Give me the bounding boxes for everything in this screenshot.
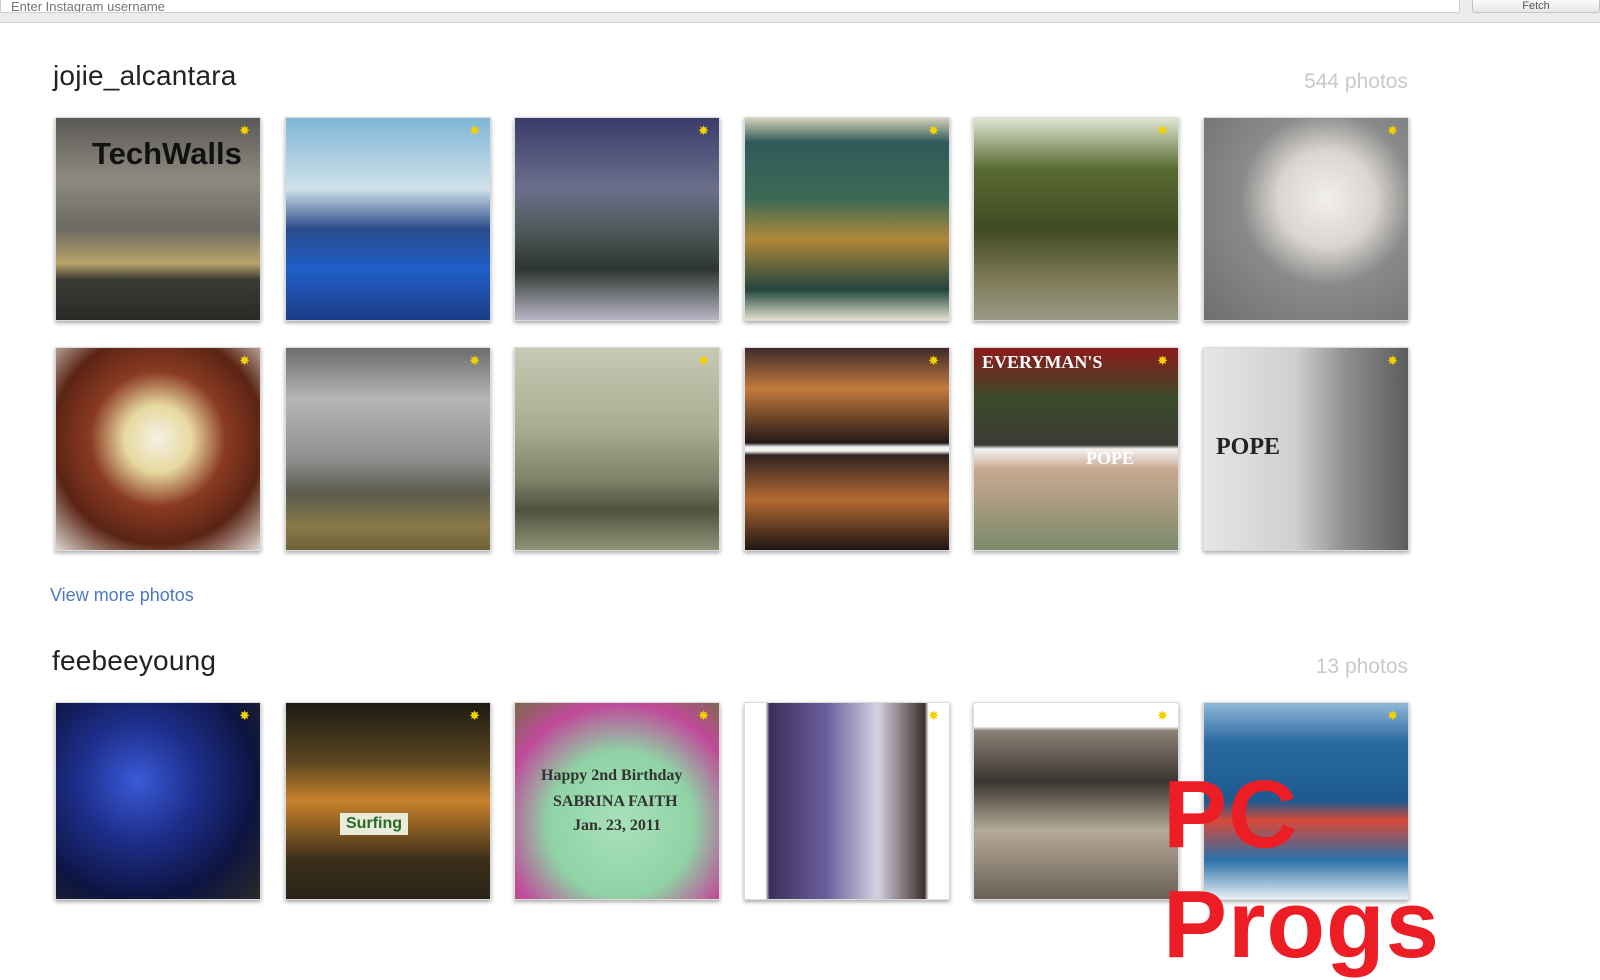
photo-overlay-text: EVERYMAN'S xyxy=(982,352,1103,372)
username-search-input[interactable] xyxy=(0,0,1460,13)
star-icon: ✸ xyxy=(1387,123,1398,138)
star-icon: ✸ xyxy=(239,708,250,723)
photo-thumbnail[interactable]: Happy 2nd Birthday SABRINA FAITH Jan. 23… xyxy=(514,702,720,900)
star-icon: ✸ xyxy=(239,123,250,138)
photo-thumbnail[interactable]: ✸ xyxy=(285,117,491,321)
fetch-button[interactable]: Fetch xyxy=(1472,0,1600,13)
section-username[interactable]: feebeeyoung xyxy=(52,645,216,677)
photo-thumbnail[interactable]: ✸ xyxy=(744,117,950,321)
photo-thumbnail[interactable]: ✸ xyxy=(55,702,261,900)
star-icon: ✸ xyxy=(928,708,939,723)
photo-overlay-text: Happy 2nd Birthday xyxy=(541,767,683,784)
photo-thumbnail[interactable]: Surfing ✸ xyxy=(285,702,491,900)
photo-thumbnail[interactable]: ✸ xyxy=(973,702,1179,900)
photo-count: 13 photos xyxy=(1315,655,1408,678)
photo-thumbnail[interactable]: TechWalls ✸ xyxy=(55,117,261,321)
photo-thumbnail[interactable]: ✸ xyxy=(973,117,1179,321)
star-icon: ✸ xyxy=(1387,353,1398,368)
photo-thumbnail[interactable]: ✸ xyxy=(285,347,491,551)
star-icon: ✸ xyxy=(1157,353,1168,368)
photo-thumbnail[interactable]: POPE ✸ xyxy=(1203,347,1409,551)
photo-thumbnail[interactable]: ✸ xyxy=(1203,117,1409,321)
photo-thumbnail[interactable]: ✸ xyxy=(744,702,950,900)
photo-thumbnail[interactable]: ✸ xyxy=(55,347,261,551)
photo-count: 544 photos xyxy=(1304,70,1408,93)
star-icon: ✸ xyxy=(928,353,939,368)
star-icon: ✸ xyxy=(698,123,709,138)
photo-overlay-text: Jan. 23, 2011 xyxy=(573,817,662,834)
photo-overlay-text: SABRINA FAITH xyxy=(553,793,678,810)
photo-thumbnail[interactable]: EVERYMAN'S POPE ✸ xyxy=(973,347,1179,551)
photo-overlay-text: POPE xyxy=(1216,434,1280,460)
top-bar: Fetch xyxy=(0,0,1600,23)
star-icon: ✸ xyxy=(469,708,480,723)
star-icon: ✸ xyxy=(469,123,480,138)
photo-overlay-text: Surfing xyxy=(340,813,408,835)
photo-overlay-text: POPE xyxy=(1086,448,1134,468)
star-icon: ✸ xyxy=(928,123,939,138)
star-icon: ✸ xyxy=(1157,708,1168,723)
star-icon: ✸ xyxy=(698,353,709,368)
section-username[interactable]: jojie_alcantara xyxy=(53,60,237,92)
watermark-logo: PC Progs xyxy=(1163,761,1441,978)
star-icon: ✸ xyxy=(698,708,709,723)
view-more-photos-link[interactable]: View more photos xyxy=(50,585,194,606)
photo-thumbnail[interactable]: ✸ xyxy=(514,117,720,321)
photo-overlay-text: TechWalls xyxy=(92,136,242,171)
star-icon: ✸ xyxy=(1157,123,1168,138)
photo-thumbnail[interactable]: ✸ xyxy=(514,347,720,551)
photo-thumbnail[interactable]: ✸ xyxy=(744,347,950,551)
star-icon: ✸ xyxy=(239,353,250,368)
star-icon: ✸ xyxy=(1387,708,1398,723)
star-icon: ✸ xyxy=(469,353,480,368)
